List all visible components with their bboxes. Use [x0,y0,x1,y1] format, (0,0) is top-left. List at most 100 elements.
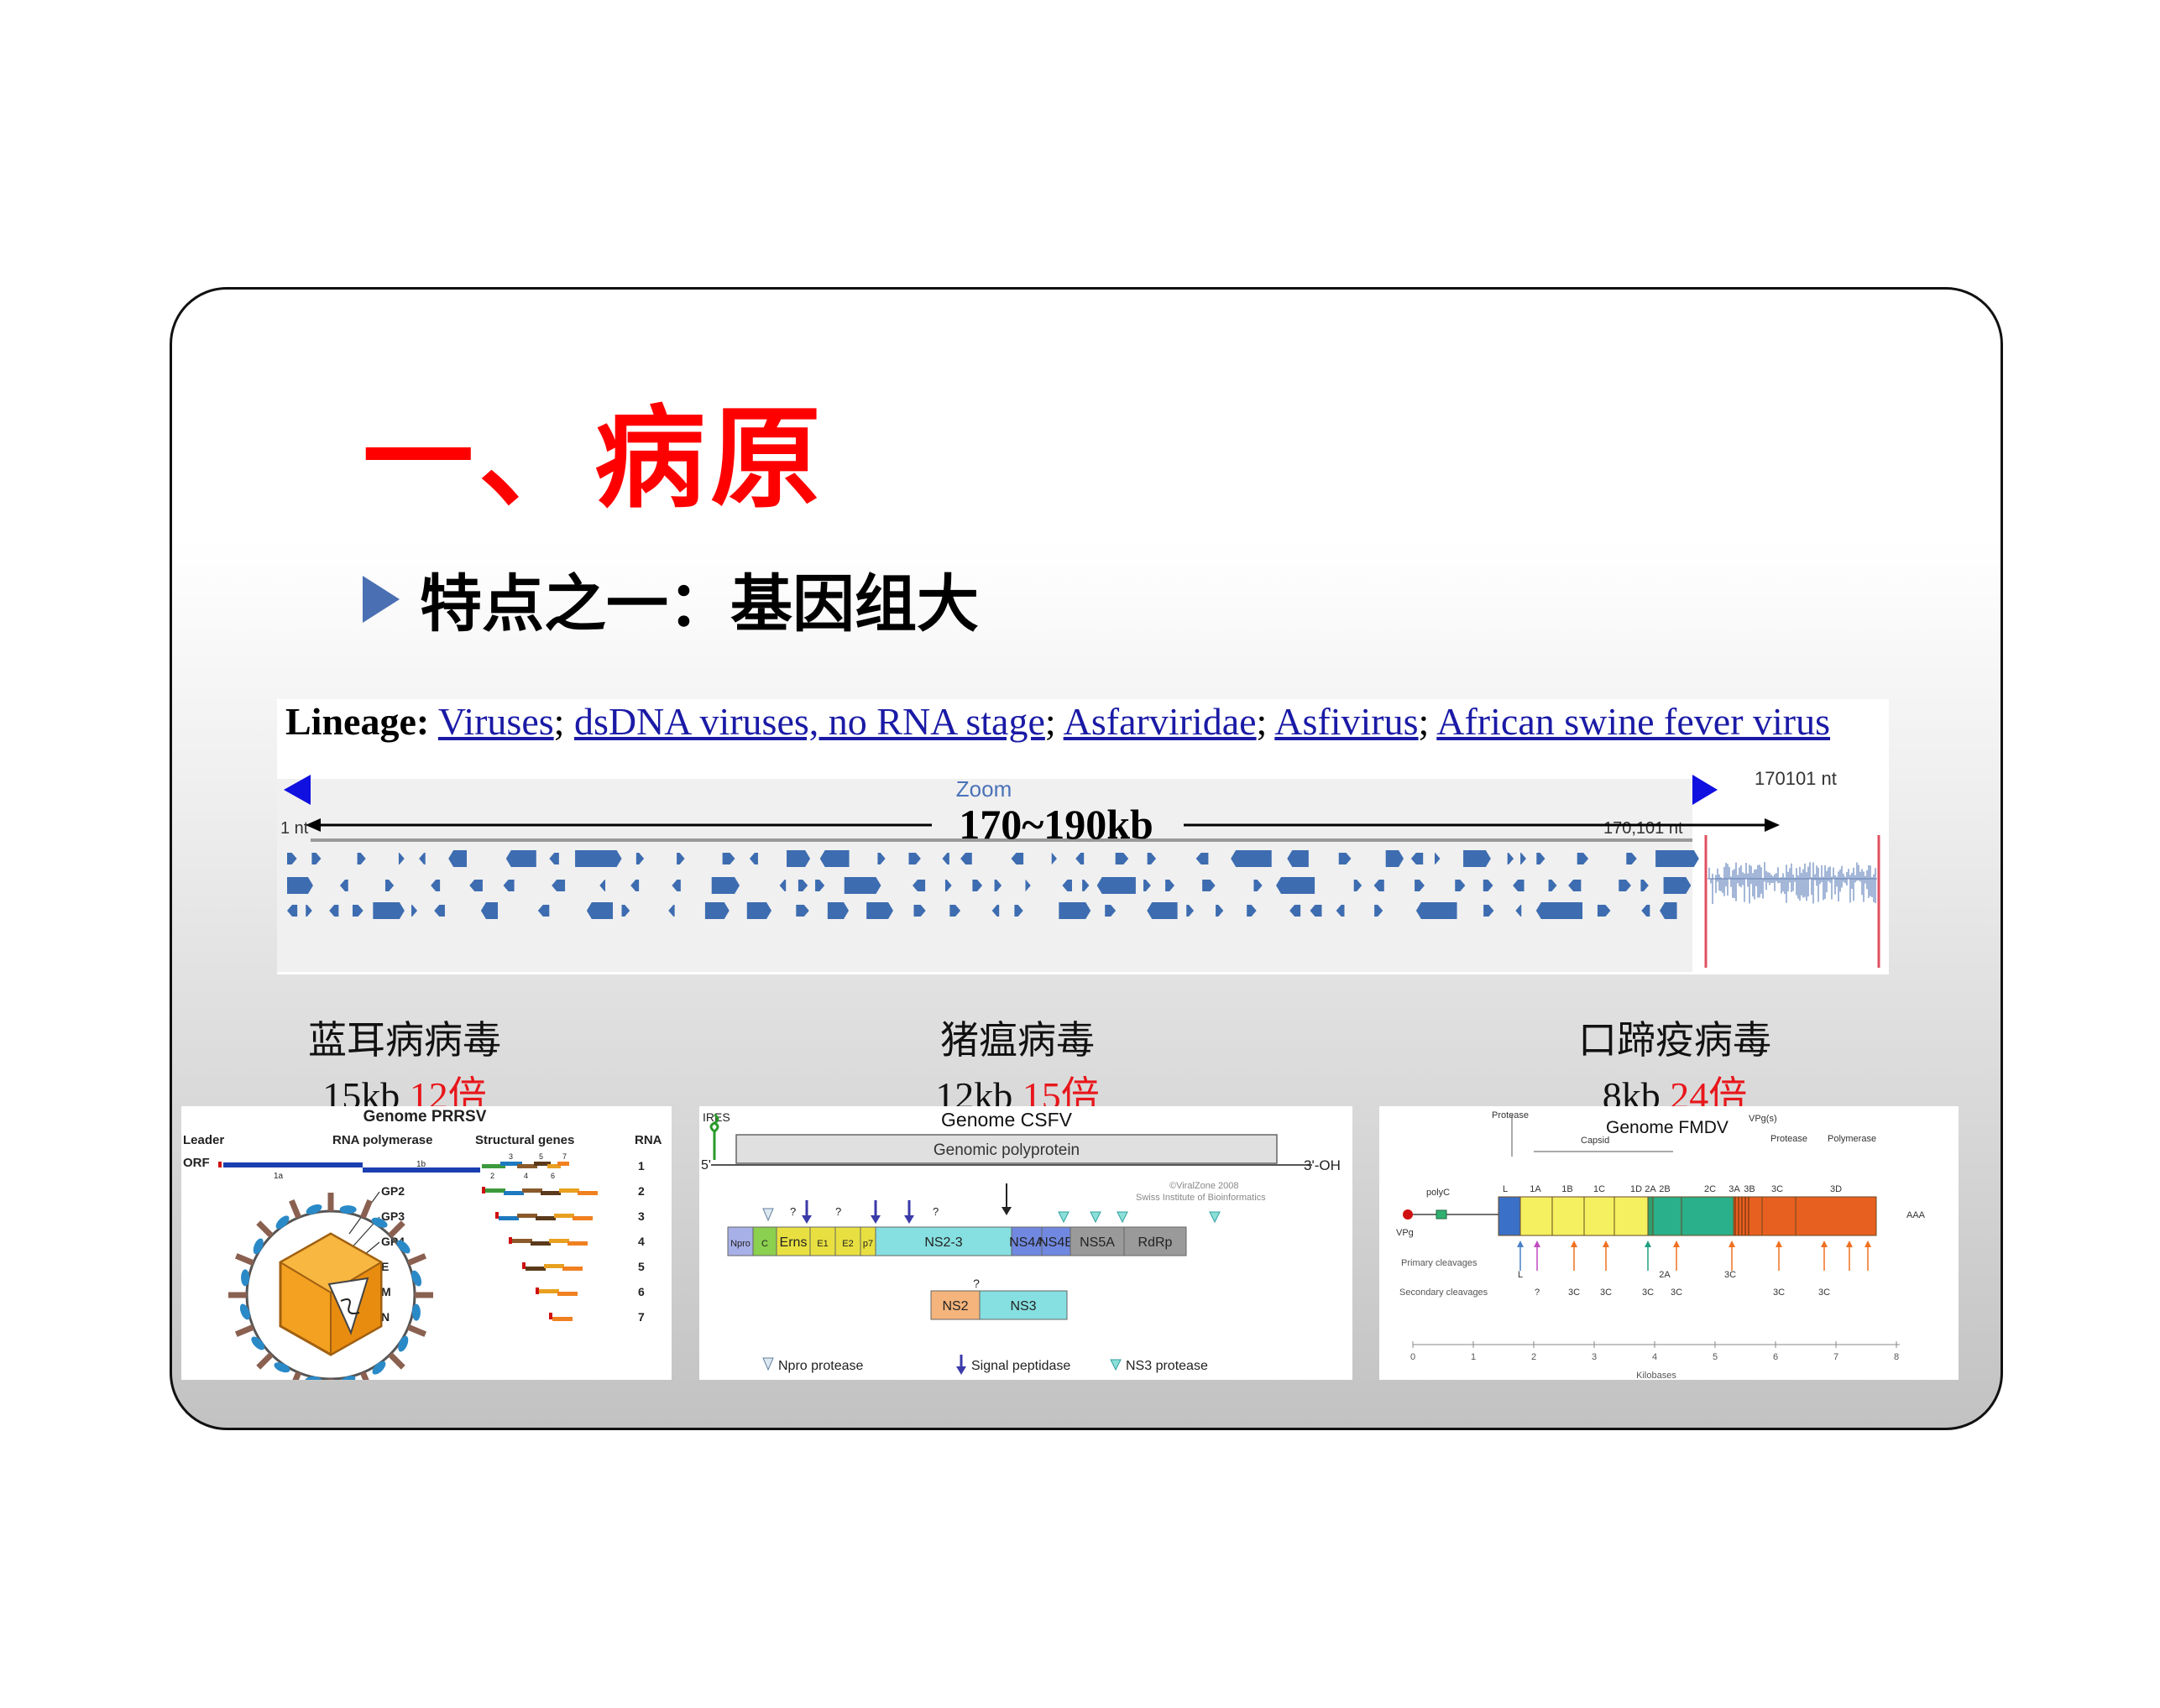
spike-protein [292,1371,301,1380]
leader-label: Leader [183,1133,224,1147]
uncertain-mark: ? [933,1205,939,1218]
orf-arrow [1619,880,1631,891]
orf-arrow [1483,905,1494,917]
protein-label: GP2 [381,1184,405,1198]
secondary-cleavage-label: 3C [1568,1288,1580,1298]
segment-label: RdRp [1138,1235,1173,1250]
fmdv-gene-block [1583,1196,1615,1236]
orf-arrow [1455,880,1466,891]
fmdv-gene-block [1551,1196,1585,1236]
orf-arrow [913,905,926,917]
orf-arrow [866,902,894,919]
orf7-bar [557,1162,569,1166]
orf-arrow [668,905,675,917]
orf-arrow [1660,902,1677,919]
leader-box [495,1212,499,1219]
subgenomic-orf [504,1191,524,1195]
segment-label: NS4B [1038,1235,1074,1250]
cleavage-arrowhead-icon [1776,1241,1782,1247]
uncertain-mark: ? [835,1205,841,1218]
virus-label-csfv: 猪瘟病毒 12kb 15倍 [892,1010,1143,1120]
orf-arrow [815,880,825,891]
orf-arrow [549,853,559,864]
orf-arrow [827,902,850,919]
zoom-label[interactable]: Zoom [956,776,1012,802]
vpg-icon [1403,1209,1413,1220]
orf-arrow [1247,905,1257,917]
secondary-cleavage-label: 3C [1600,1288,1612,1298]
orf-arrow [1373,880,1384,891]
subgenomic-orf [539,1289,559,1293]
rna-number: 7 [638,1310,645,1324]
virus-label-prrsv: 蓝耳病病毒 15kb 12倍 [279,1010,531,1120]
asfv-genome-panel: Lineage: Viruses; dsDNA viruses, no RNA … [277,699,1889,974]
segment-label: C [761,1239,768,1249]
orf-arrow [1082,880,1090,891]
rna-number: 6 [638,1285,645,1298]
cleavage-arrowhead-icon [1865,1241,1871,1247]
orf-arrow [287,905,298,917]
orf-number: 6 [551,1172,555,1180]
subgenomic-orf [517,1214,537,1218]
subgenomic-orf [559,1188,579,1193]
axis-tick-label: 8 [1894,1352,1899,1362]
spike-protein [256,1352,274,1370]
primary-cleavage-label: 2A [1659,1270,1671,1280]
subgenomic-orf [549,1239,569,1243]
protein-label: N [381,1310,390,1324]
orf-arrow [630,880,640,891]
orf-arrow [844,877,881,894]
orf-arrow [798,880,808,891]
bullet-point: 特点之一：基因组大 [363,554,979,644]
subgenomic-orf [554,1214,574,1218]
subgenomic-orf [512,1239,532,1243]
orf-arrow [1025,880,1031,891]
credit-line-2: Swiss Institute of Bioinformatics [1136,1193,1266,1203]
fmdv-gene-block [1498,1196,1521,1236]
secondary-cleavages-label: Secondary cleavages [1399,1288,1488,1298]
orf-arrow [1577,853,1589,864]
rna-number: 5 [638,1260,645,1273]
axis-tick-label: 5 [1713,1352,1718,1362]
orf-arrow [1463,850,1491,867]
uncertain-mark: ? [790,1205,796,1218]
orf-arrow [311,853,322,864]
total-nt-label: 170101 nt [1755,768,1837,789]
secondary-cleavage-label: 3C [1671,1288,1682,1298]
orf-arrow [431,880,441,891]
cleavage-arrowhead-icon [1603,1241,1609,1247]
orf-arrow [749,853,758,864]
segment-label: Erns [780,1235,808,1250]
orf-arrow [1626,853,1637,864]
scroll-left-icon[interactable] [284,775,311,805]
orf-arrow [1640,880,1649,891]
orf-arrow [398,853,405,864]
three-prime-label: 3'-OH [1304,1157,1341,1173]
orf-arrow [1096,877,1136,894]
orf-number: 7 [562,1152,567,1161]
scroll-right-icon[interactable] [1692,775,1718,805]
axis-tick-label: 4 [1652,1352,1657,1362]
orf1b-label: 1b [416,1160,426,1169]
orf-arrow [1385,850,1404,867]
orf-arrow [373,902,405,919]
axis-tick-label: 7 [1833,1352,1838,1362]
protease-label: Protease [1492,1110,1529,1120]
fmdv-gene-label: 1B [1561,1184,1572,1194]
ns3-protease-icon [1058,1211,1070,1224]
orf-arrow [1276,877,1315,894]
spike-protein [289,1199,301,1219]
rna-number: 3 [638,1209,645,1223]
orf-arrow [384,880,395,891]
polyc-label: polyC [1426,1188,1450,1198]
kilobases-label: Kilobases [1636,1371,1676,1380]
orf-label: ORF [183,1156,210,1170]
subgenomic-orf [544,1264,564,1268]
polymerase-label: Polymerase [1828,1134,1876,1144]
fmdv-gene-label: 3B [1744,1184,1755,1194]
orf-arrow [942,853,949,864]
orf-arrow [306,905,312,917]
orf-arrow [480,902,499,919]
primary-cleavage-label: L [1518,1270,1523,1280]
fmdv-gene-block [1519,1196,1553,1236]
